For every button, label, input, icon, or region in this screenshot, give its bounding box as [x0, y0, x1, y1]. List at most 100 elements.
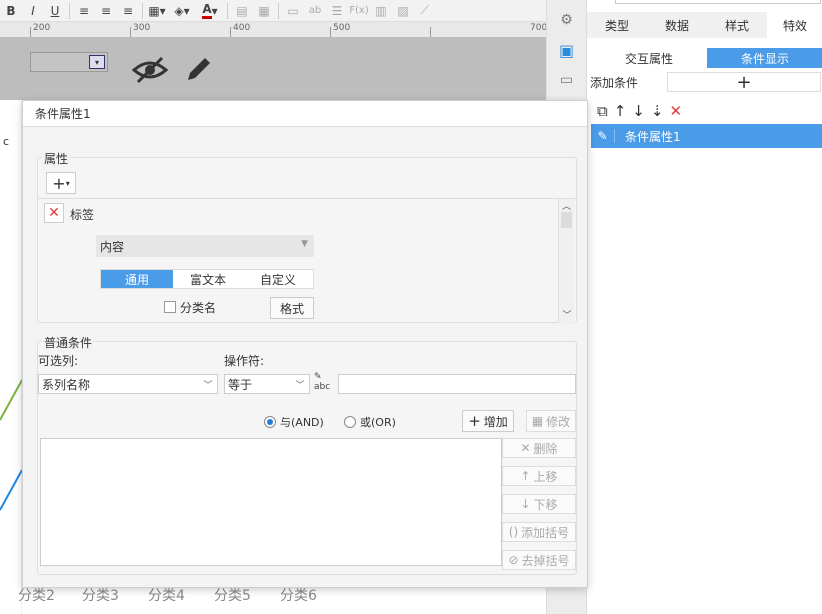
text-icon[interactable]: ab	[304, 1, 326, 21]
toolbar-divider	[278, 2, 279, 19]
formula-abc-icon[interactable]: ✎ abc	[314, 372, 334, 392]
column-header: c	[3, 135, 10, 148]
underline-button[interactable]: U	[44, 1, 66, 21]
condition-property-dialog: 条件属性1 属性 + ▾ ✕ 标签 内容 ▼ 通用 富文本 自定义 分类名 格式 …	[22, 100, 588, 588]
edit-icon[interactable]: ✎	[591, 129, 615, 143]
content-select[interactable]: 内容 ▼	[96, 235, 314, 257]
and-radio[interactable]	[264, 416, 276, 428]
formula-icon[interactable]: F(x)	[348, 1, 370, 21]
ruler-tick	[130, 27, 131, 37]
add-parenthesis-button[interactable]: () 添加括号	[502, 522, 576, 542]
delete-icon[interactable]: ✕	[669, 102, 682, 120]
panel-top-input	[615, 0, 821, 4]
copy-icon[interactable]: ⧉	[597, 102, 608, 120]
remove-property-icon[interactable]: ✕	[44, 203, 64, 223]
tab-effects[interactable]: 特效	[767, 12, 822, 38]
add-property-button[interactable]: + ▾	[46, 172, 76, 194]
eye-off-icon[interactable]	[132, 54, 168, 86]
slash-icon[interactable]: ⟋	[414, 1, 436, 21]
condition-list[interactable]	[40, 438, 502, 566]
panel-icon[interactable]: ▭	[554, 68, 580, 92]
paragraph-icon[interactable]: ☰	[326, 1, 348, 21]
parenthesis-icon: ()	[508, 525, 519, 539]
dialog-title: 条件属性1	[23, 101, 587, 127]
subtab-condition-display[interactable]: 条件显示	[707, 48, 822, 68]
property-panel: 类型 数据 样式 特效 交互属性 条件显示 添加条件 + ⧉ ↑ ↓ ⇣ ✕ ✎…	[586, 0, 822, 614]
sheet-strip: c	[0, 100, 22, 614]
category-checkbox[interactable]	[164, 301, 176, 313]
chart-category-axis: 分类2 分类3 分类4 分类5 分类6	[18, 585, 538, 609]
condition-legend: 普通条件	[42, 334, 95, 351]
tab-type[interactable]: 类型	[587, 12, 647, 38]
ruler: 200 300 400 500 700	[0, 22, 546, 38]
column-label: 可选列:	[38, 354, 79, 368]
merge-icon[interactable]: ▤	[231, 1, 253, 21]
tab-data[interactable]: 数据	[647, 12, 707, 38]
delete-button[interactable]: ✕ 删除	[502, 438, 576, 458]
arrow-down-icon: ↓	[520, 497, 531, 511]
property-scrollbar[interactable]: ︿ ﹀	[558, 199, 574, 323]
border-icon[interactable]: ▦▾	[146, 1, 168, 21]
category-label: 分类5	[214, 588, 251, 604]
dropdown-arrow-icon[interactable]: ▾	[89, 55, 105, 69]
arrow-up-icon: ↑	[520, 469, 531, 483]
or-radio[interactable]	[344, 416, 356, 428]
tab-rich-text[interactable]: 富文本	[173, 270, 243, 288]
tab-style[interactable]: 样式	[707, 12, 767, 38]
edit-icon: ▦	[531, 414, 544, 428]
link-icon[interactable]: ▭	[282, 1, 304, 21]
scroll-down-icon[interactable]: ﹀	[559, 308, 575, 321]
category-label: 分类6	[280, 588, 317, 604]
column-select[interactable]: 系列名称 ﹀	[38, 374, 218, 394]
properties-group: 属性 + ▾ ✕ 标签 内容 ▼ 通用 富文本 自定义 分类名 格式 ︿ ﹀	[37, 150, 577, 323]
tab-custom[interactable]: 自定义	[243, 270, 313, 288]
move-up-button[interactable]: ↑ 上移	[502, 466, 576, 486]
add-condition-button[interactable]: +	[667, 72, 821, 93]
ruler-label: 400	[233, 23, 251, 33]
scroll-up-icon[interactable]: ︿	[559, 199, 574, 212]
bold-button[interactable]: B	[0, 1, 22, 21]
italic-button[interactable]: I	[22, 1, 44, 21]
move-bottom-icon[interactable]: ⇣	[651, 102, 664, 120]
panel-tabs: 类型 数据 样式 特效	[587, 12, 822, 38]
subtab-interaction[interactable]: 交互属性	[591, 48, 707, 68]
widget-icon[interactable]: ▣	[554, 38, 580, 62]
align-right-icon[interactable]: ≡	[117, 1, 139, 21]
scroll-thumb[interactable]	[561, 212, 572, 228]
combo-widget[interactable]: ▾	[30, 52, 108, 72]
content-mode-tabs: 通用 富文本 自定义	[100, 269, 314, 289]
add-condition-button[interactable]: + 增加	[462, 410, 514, 432]
font-color-button[interactable]: A ▾	[196, 1, 224, 21]
move-up-icon[interactable]: ↑	[614, 102, 627, 120]
move-down-button[interactable]: ↓ 下移	[502, 494, 576, 514]
move-down-icon[interactable]: ↓	[632, 102, 645, 120]
operator-select[interactable]: 等于 ﹀	[224, 374, 310, 394]
toolbar-divider	[227, 2, 228, 19]
settings-icon[interactable]: ⚙	[554, 8, 580, 32]
align-left-icon[interactable]: ≡	[73, 1, 95, 21]
toolbar-divider	[69, 2, 70, 19]
tab-general[interactable]: 通用	[101, 270, 173, 288]
condition-list-item[interactable]: ✎ 条件属性1	[591, 124, 822, 148]
plus-icon: +	[468, 412, 481, 430]
fill-color-icon[interactable]: ◈▾	[168, 1, 196, 21]
canvas-area: ▾	[0, 38, 546, 100]
remove-parenthesis-button[interactable]: ⊘ 去掉括号	[502, 550, 576, 570]
image-icon[interactable]: ▨	[392, 1, 414, 21]
parenthesis-remove-icon: ⊘	[508, 553, 519, 567]
general-condition-group: 普通条件 可选列: 操作符: 系列名称 ﹀ 等于 ﹀ ✎ abc 与(AND) 或…	[37, 334, 577, 575]
edit-condition-button[interactable]: ▦ 修改	[526, 410, 576, 432]
properties-legend: 属性	[42, 150, 71, 167]
category-label: 分类2	[18, 588, 55, 604]
category-label: 分类3	[82, 588, 119, 604]
chevron-down-icon: ﹀	[295, 380, 305, 391]
condition-item-label: 条件属性1	[625, 129, 681, 144]
ruler-label: 300	[133, 23, 151, 33]
format-button[interactable]: 格式	[270, 297, 314, 319]
ruler-tick	[430, 27, 431, 37]
chart-icon[interactable]: ▥	[370, 1, 392, 21]
condition-value-input[interactable]	[338, 374, 576, 394]
table-icon[interactable]: ▦	[253, 1, 275, 21]
pencil-icon[interactable]	[184, 54, 214, 84]
align-center-icon[interactable]: ≡	[95, 1, 117, 21]
